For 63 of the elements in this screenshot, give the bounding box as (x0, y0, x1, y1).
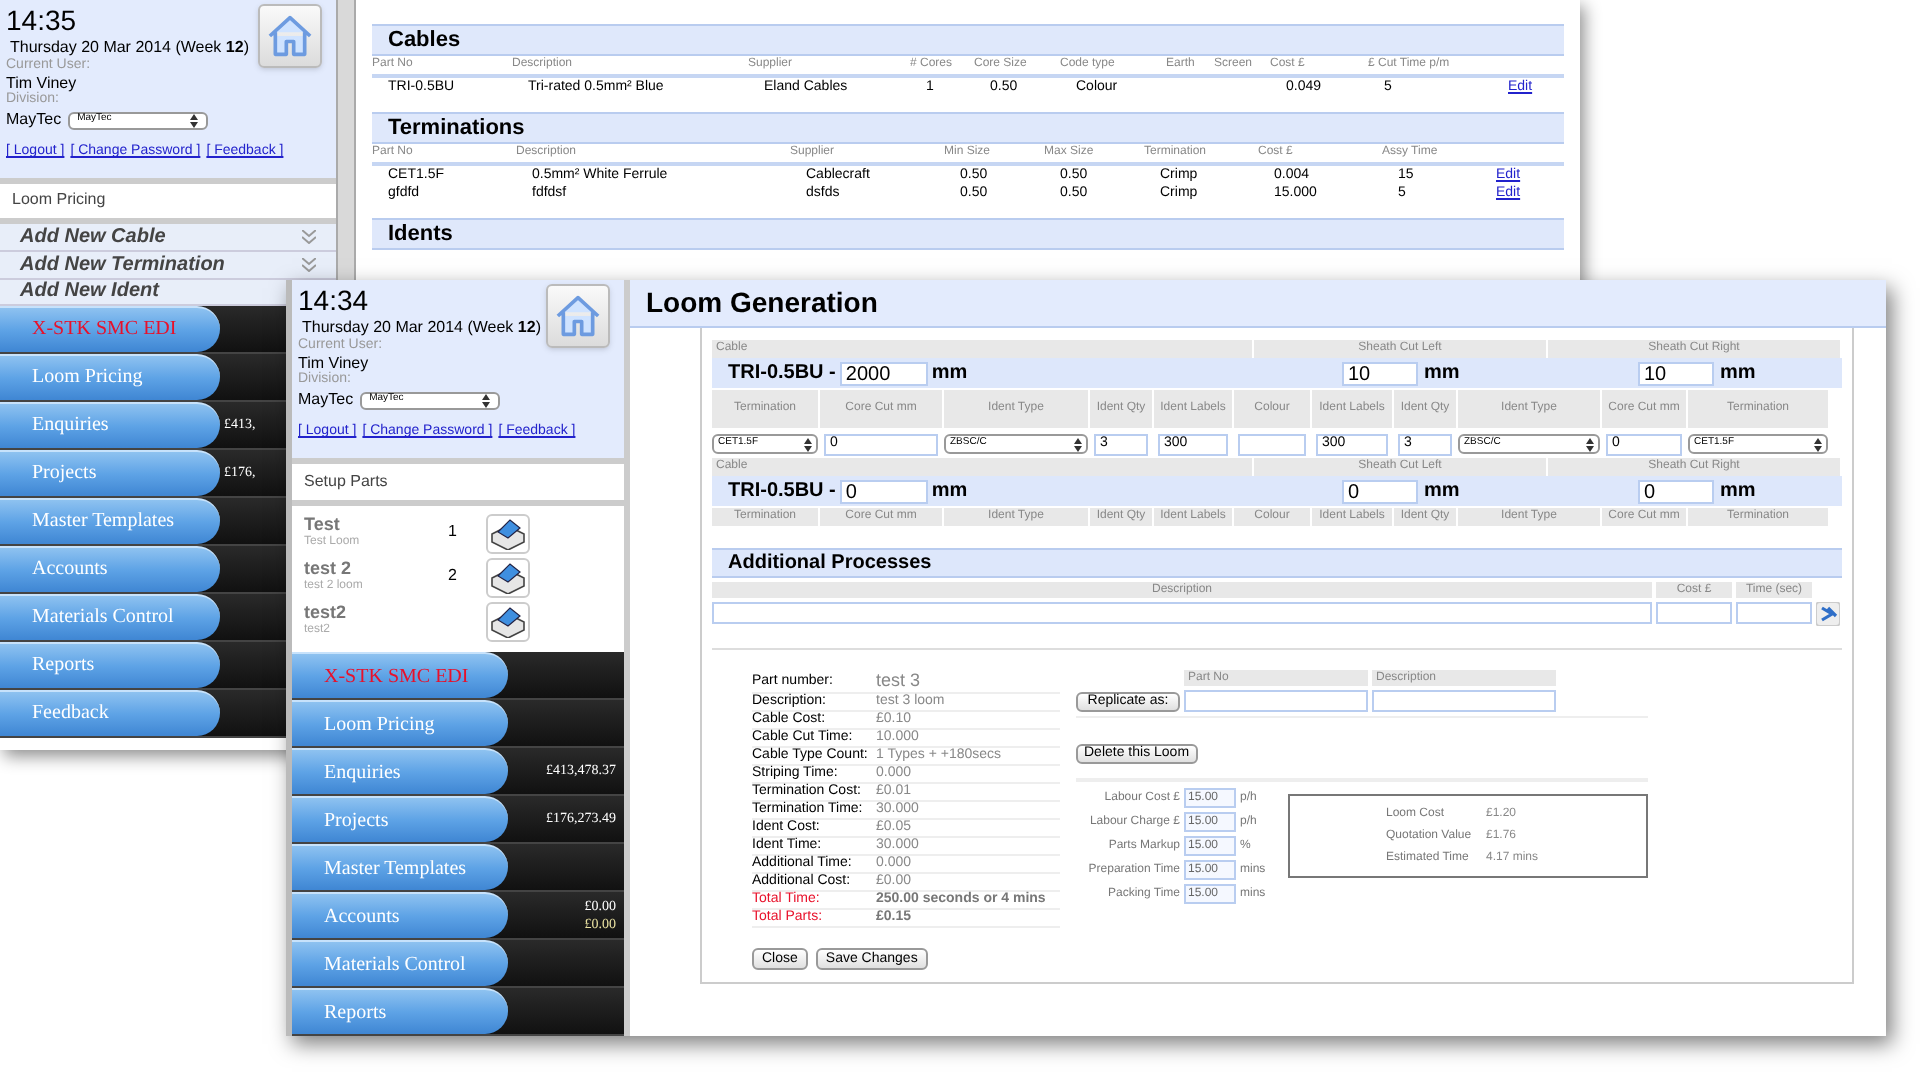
section-label: Loom Pricing (12, 188, 106, 212)
caret-icon (189, 113, 198, 127)
cable-part: TRI-0.5BU - (728, 360, 836, 388)
section-header: Idents (372, 218, 1564, 250)
unit-label: mm (931, 478, 968, 506)
printer-button[interactable] (486, 514, 530, 554)
sheath-input[interactable]: 10 (1342, 361, 1418, 385)
unit-label: mm (931, 360, 968, 388)
clock-time: 14:34 (298, 284, 371, 316)
section-header: Cables (372, 24, 1564, 56)
date-text: Thursday 20 Mar 2014 (Week 12) (302, 316, 541, 338)
sheath-input[interactable]: 10 (1638, 361, 1714, 385)
part-number: 1 (448, 520, 459, 544)
add-item[interactable]: Add New Ident (0, 279, 286, 305)
input-field[interactable] (1736, 602, 1812, 624)
sheath-input[interactable]: 0 (1342, 479, 1418, 503)
caret-icon (481, 393, 490, 407)
section-header: Terminations (372, 112, 1564, 144)
user-name: Tim Viney (6, 74, 79, 92)
house-icon (266, 14, 314, 58)
printer-icon (490, 606, 526, 638)
part-name: test2 (304, 602, 349, 622)
length-input[interactable]: 2000 (839, 361, 928, 385)
arrow-icon[interactable] (1816, 602, 1840, 626)
unit-label: mm (1720, 478, 1756, 506)
unit-label: mm (1720, 360, 1756, 388)
summary-value: test 3 (876, 670, 923, 692)
printer-icon (490, 518, 526, 550)
sheath-input[interactable]: 0 (1638, 479, 1714, 503)
home-button[interactable] (546, 284, 611, 348)
input-field[interactable] (1184, 690, 1368, 712)
section-label: Setup Parts (304, 469, 388, 494)
house-icon (554, 294, 603, 338)
printer-button[interactable] (486, 602, 530, 642)
part-name: test 2 (304, 558, 354, 578)
division-name: MayTec (6, 108, 62, 132)
caret-icon (1586, 437, 1594, 451)
input-field[interactable] (712, 602, 1652, 624)
caret-icon (1814, 437, 1822, 451)
chevron-icon (302, 229, 316, 243)
user-name: Tim Viney (298, 354, 371, 372)
home-button[interactable] (258, 4, 322, 68)
add-item[interactable]: Add New Cable (0, 223, 336, 251)
unit-label: mm (1424, 478, 1460, 506)
add-item[interactable]: Add New Termination (0, 251, 336, 279)
printer-icon (490, 562, 526, 594)
division-name: MayTec (298, 388, 354, 412)
date-text: Thursday 20 Mar 2014 (Week 12) (10, 36, 249, 58)
input-field[interactable] (1238, 434, 1306, 456)
printer-button[interactable] (486, 558, 530, 598)
part-name: Test (304, 514, 342, 534)
caret-icon (804, 437, 812, 451)
input-field[interactable] (1656, 602, 1732, 624)
chevron-icon (302, 257, 316, 271)
page-title-bar: Loom Generation (630, 280, 1886, 328)
section-header: Additional Processes (712, 548, 1842, 578)
length-input[interactable]: 0 (839, 479, 928, 503)
caret-icon (1074, 437, 1082, 451)
unit-label: mm (1424, 360, 1460, 388)
clock-time: 14:35 (6, 4, 79, 36)
part-number: 2 (448, 564, 459, 588)
cable-part: TRI-0.5BU - (728, 478, 836, 506)
input-field[interactable] (1372, 690, 1556, 712)
